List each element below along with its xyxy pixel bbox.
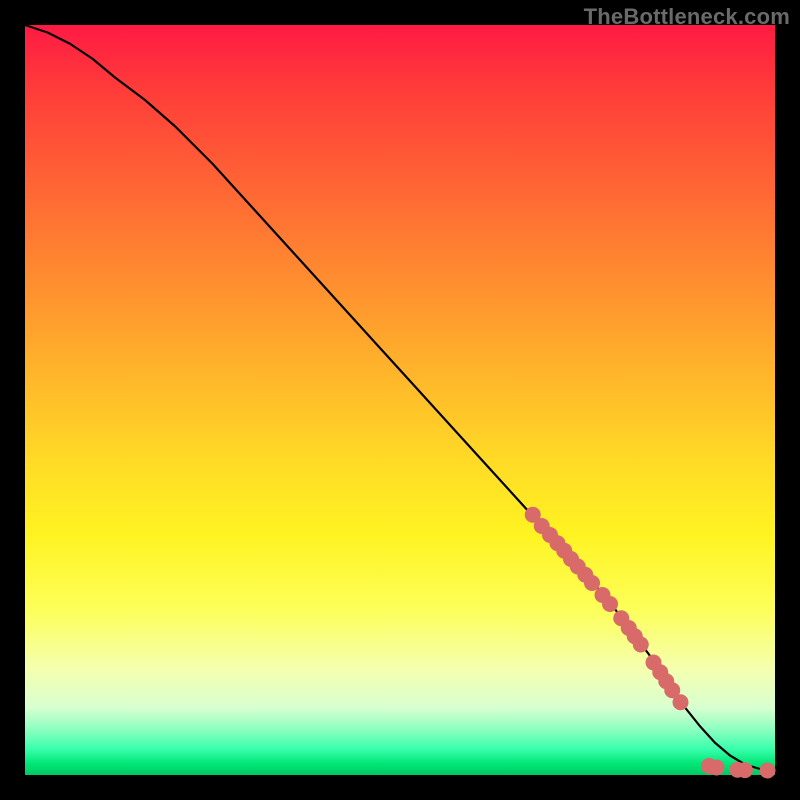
data-marker xyxy=(673,694,689,710)
data-marker xyxy=(709,760,725,776)
marker-group xyxy=(525,507,776,779)
chart-svg xyxy=(25,25,775,775)
curve-line xyxy=(25,25,775,771)
data-marker xyxy=(602,596,618,612)
data-marker xyxy=(584,575,600,591)
chart-container: TheBottleneck.com xyxy=(0,0,800,800)
data-marker xyxy=(760,763,776,779)
data-marker xyxy=(737,762,753,778)
plot-area xyxy=(25,25,775,775)
data-marker xyxy=(633,637,649,653)
